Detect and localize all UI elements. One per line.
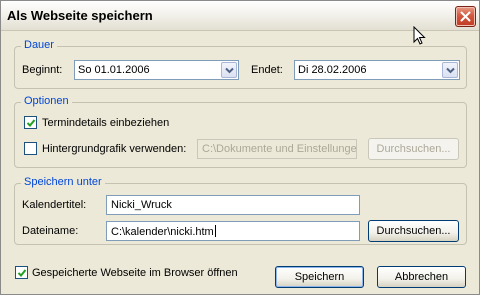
save-button[interactable]: Speichern — [275, 266, 364, 288]
open-in-browser-label[interactable]: Gespeicherte Webseite im Browser öffnen — [32, 267, 238, 279]
window-title: Als Webseite speichern — [7, 8, 153, 23]
checkmark-icon — [17, 269, 27, 277]
options-group-legend: Optionen — [21, 95, 72, 107]
end-label: Endet: — [251, 64, 283, 76]
checkmark-icon — [26, 119, 36, 127]
end-date-dropdown[interactable]: Di 28.02.2006 — [294, 60, 460, 80]
title-bar[interactable]: Als Webseite speichern — [1, 1, 479, 31]
duration-group: Dauer Beginnt: So 01.01.2006 Endet: Di 2… — [14, 39, 467, 89]
calendar-title-label: Kalendertitel: — [22, 199, 87, 211]
file-name-label: Dateiname: — [22, 225, 79, 237]
chevron-down-icon — [225, 67, 234, 74]
cancel-button[interactable]: Abbrechen — [377, 266, 466, 288]
background-image-browse-button[interactable]: Durchsuchen... — [368, 138, 459, 160]
begin-date-value: So 01.01.2006 — [78, 64, 150, 76]
save-location-group: Speichern unter Kalendertitel: Nicki_Wru… — [14, 176, 467, 245]
duration-group-legend: Dauer — [21, 39, 57, 51]
close-icon — [460, 11, 471, 22]
begin-label: Beginnt: — [22, 64, 63, 76]
save-as-webpage-dialog: Als Webseite speichern Dauer Beginnt: So… — [0, 0, 480, 295]
background-image-checkbox[interactable] — [24, 142, 37, 155]
background-image-path-input[interactable]: C:\Dokumente und Einstellunge — [197, 139, 357, 159]
chevron-down-icon — [446, 67, 455, 74]
options-group: Optionen Termindetails einbeziehen Hinte… — [14, 95, 467, 168]
calendar-title-value: Nicki_Wruck — [111, 199, 172, 211]
end-date-value: Di 28.02.2006 — [298, 64, 367, 76]
file-name-browse-button[interactable]: Durchsuchen... — [368, 220, 459, 242]
open-in-browser-checkbox[interactable] — [15, 266, 28, 279]
file-name-input[interactable]: C:\kalender\nicki.htm — [106, 221, 360, 241]
include-details-label[interactable]: Termindetails einbeziehen — [42, 117, 169, 129]
include-details-checkbox[interactable] — [24, 116, 37, 129]
text-caret — [214, 225, 216, 237]
file-name-value: C:\kalender\nicki.htm — [111, 226, 214, 238]
mouse-cursor-icon — [413, 26, 426, 45]
calendar-title-input[interactable]: Nicki_Wruck — [106, 195, 360, 215]
background-image-label[interactable]: Hintergrundgrafik verwenden: — [42, 143, 186, 155]
begin-date-dropdown-button[interactable] — [221, 62, 237, 78]
file-name-value-wrap: C:\kalender\nicki.htm — [111, 225, 216, 238]
begin-date-dropdown[interactable]: So 01.01.2006 — [74, 60, 239, 80]
close-button[interactable] — [455, 6, 476, 27]
end-date-dropdown-button[interactable] — [442, 62, 458, 78]
background-image-path-value: C:\Dokumente und Einstellunge — [202, 143, 357, 155]
save-location-group-legend: Speichern unter — [21, 176, 105, 188]
